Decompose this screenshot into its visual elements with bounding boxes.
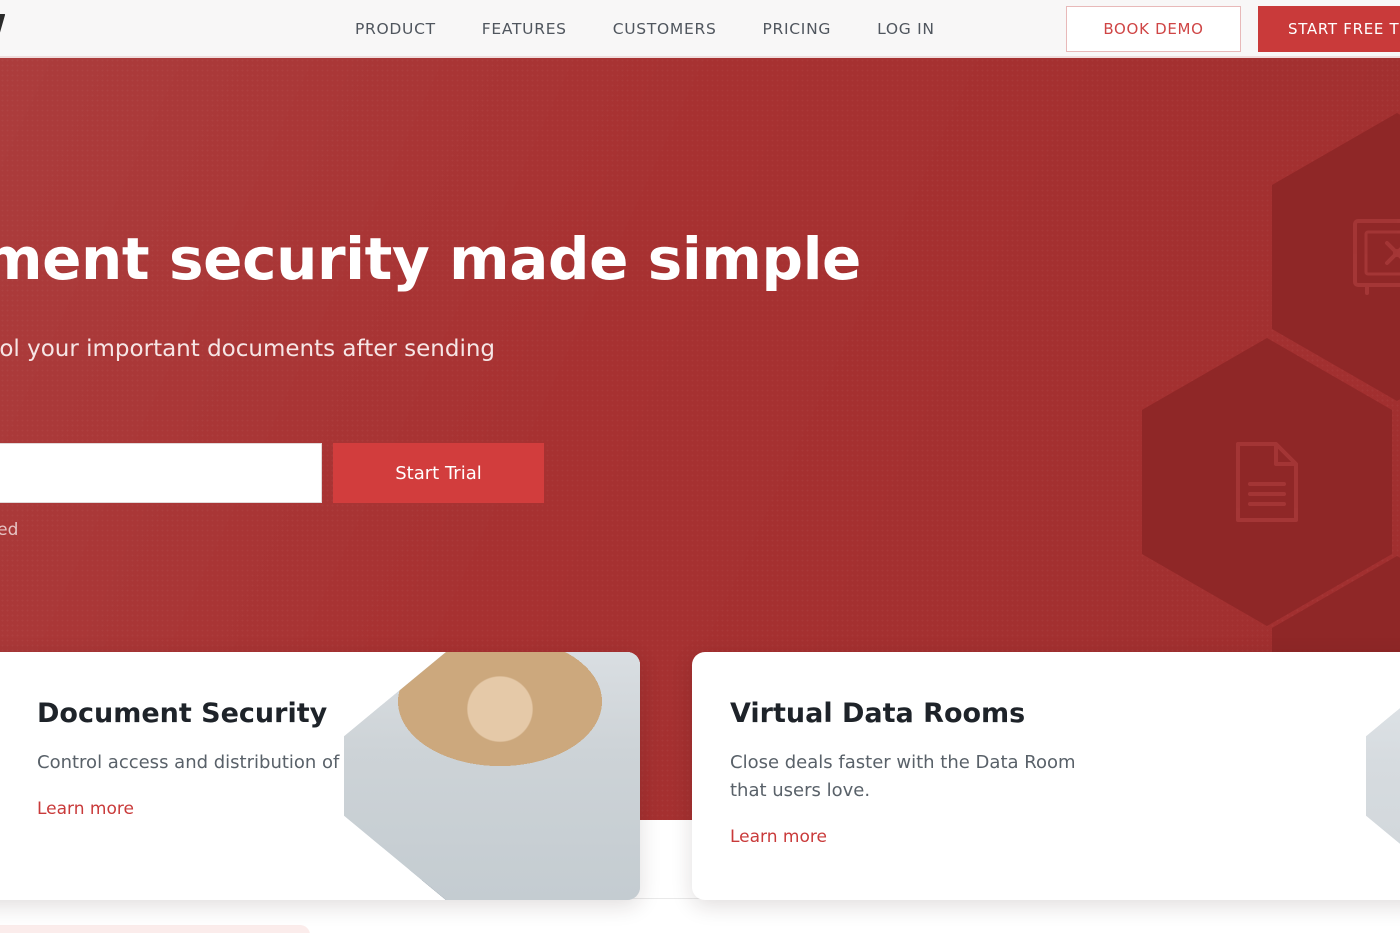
- page-root: PRODUCT FEATURES CUSTOMERS PRICING LOG I…: [0, 0, 1400, 933]
- card-title: Virtual Data Rooms: [730, 698, 1026, 729]
- card-virtual-data-rooms[interactable]: Virtual Data Rooms Close deals faster wi…: [692, 652, 1400, 900]
- top-navigation-bar: PRODUCT FEATURES CUSTOMERS PRICING LOG I…: [0, 0, 1400, 58]
- card-learn-more-link[interactable]: Learn more: [37, 799, 134, 819]
- nav-link-login[interactable]: LOG IN: [877, 20, 935, 38]
- document-icon: [1236, 442, 1298, 522]
- hero-headline: Document security made simple: [0, 225, 861, 293]
- card-text-block: Virtual Data Rooms Close deals faster wi…: [730, 698, 1160, 847]
- nav-link-customers[interactable]: CUSTOMERS: [613, 20, 717, 38]
- photo-man-with-coffee: [1366, 652, 1400, 900]
- card-description: Close deals faster with the Data Room th…: [730, 752, 1076, 801]
- start-free-trial-button[interactable]: START FREE TRIAL: [1258, 6, 1400, 52]
- company-logo[interactable]: [0, 8, 36, 52]
- no-credit-card-note: No credit card required: [0, 520, 19, 540]
- photo-background: [344, 652, 640, 900]
- logo-mark-icon: [0, 14, 6, 44]
- nav-links-group: PRODUCT FEATURES CUSTOMERS PRICING LOG I…: [355, 0, 935, 58]
- next-section-pink-panel: [0, 925, 310, 933]
- card-learn-more-link[interactable]: Learn more: [730, 827, 827, 847]
- safe-vault-icon: [1353, 219, 1400, 295]
- nav-link-features[interactable]: FEATURES: [482, 20, 567, 38]
- start-trial-button[interactable]: Start Trial: [333, 443, 544, 503]
- photo-background: [1366, 652, 1400, 900]
- hero-subheadline: Track and control your important documen…: [0, 336, 496, 362]
- book-demo-button[interactable]: BOOK DEMO: [1066, 6, 1241, 52]
- nav-link-product[interactable]: PRODUCT: [355, 20, 436, 38]
- trial-signup-form: Start Trial: [0, 443, 544, 503]
- nav-link-pricing[interactable]: PRICING: [763, 20, 832, 38]
- card-document-security[interactable]: Document Security Control access and dis…: [0, 652, 640, 900]
- email-input[interactable]: [0, 443, 322, 503]
- photo-woman-at-laptop: [344, 652, 640, 900]
